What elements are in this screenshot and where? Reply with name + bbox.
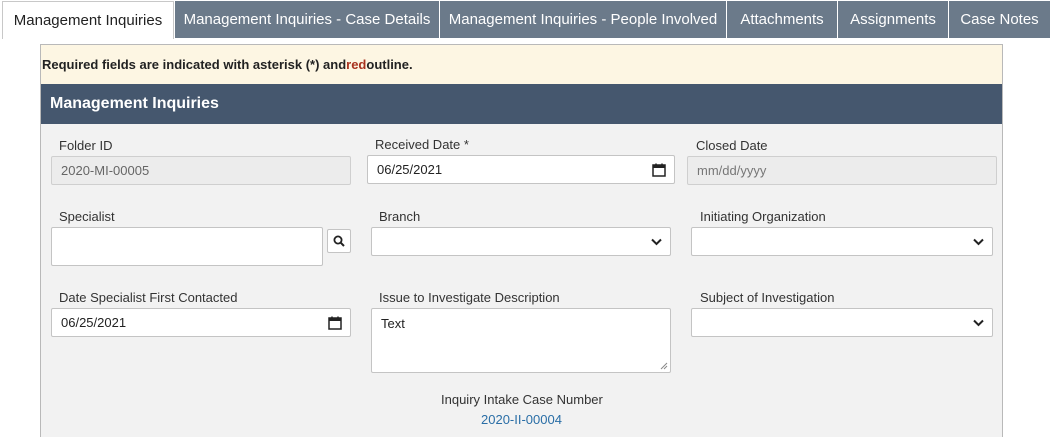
branch-label: Branch xyxy=(379,209,421,224)
intake-case-number-link[interactable]: 2020-II-00004 xyxy=(481,412,562,427)
notice-suffix: outline. xyxy=(366,57,413,72)
resize-handle-icon[interactable] xyxy=(660,362,668,370)
date-first-contacted-value: 06/25/2021 xyxy=(61,315,127,330)
chevron-down-icon xyxy=(973,238,984,245)
initiating-organization-select[interactable] xyxy=(691,227,993,256)
notice-red-word: red xyxy=(346,57,367,72)
tab-attachments[interactable]: Attachments xyxy=(727,1,837,38)
form-panel: Required fields are indicated with aster… xyxy=(40,44,1003,437)
search-icon xyxy=(333,235,345,247)
subject-of-investigation-label: Subject of Investigation xyxy=(700,290,835,305)
subject-of-investigation-select[interactable] xyxy=(691,308,993,337)
issue-description-label: Issue to Investigate Description xyxy=(379,290,560,305)
specialist-label: Specialist xyxy=(59,209,115,224)
branch-select[interactable] xyxy=(371,227,671,256)
calendar-icon[interactable] xyxy=(328,316,342,330)
folder-id-label: Folder ID xyxy=(59,138,113,153)
tab-case-notes[interactable]: Case Notes xyxy=(949,1,1050,38)
notice-prefix: Required fields are indicated with aster… xyxy=(42,57,347,72)
tab-people-involved[interactable]: Management Inquiries - People Involved xyxy=(440,1,726,38)
calendar-icon[interactable] xyxy=(652,163,666,177)
intake-case-number-label: Inquiry Intake Case Number xyxy=(441,392,603,407)
closed-date-field: mm/dd/yyyy xyxy=(687,156,997,185)
received-date-input[interactable]: 06/25/2021 xyxy=(367,155,675,184)
specialist-input[interactable] xyxy=(51,227,323,266)
closed-date-placeholder: mm/dd/yyyy xyxy=(697,163,767,178)
section-title: Management Inquiries xyxy=(41,84,1002,124)
issue-description-textarea[interactable]: Text xyxy=(371,308,671,373)
tab-assignments[interactable]: Assignments xyxy=(838,1,948,38)
closed-date-label: Closed Date xyxy=(696,138,768,153)
date-first-contacted-label: Date Specialist First Contacted xyxy=(59,290,238,305)
folder-id-field: 2020-MI-00005 xyxy=(51,156,351,185)
specialist-search-button[interactable] xyxy=(327,229,351,253)
required-fields-notice: Required fields are indicated with aster… xyxy=(41,45,1002,84)
date-first-contacted-input[interactable]: 06/25/2021 xyxy=(51,308,351,337)
received-date-label: Received Date * xyxy=(375,137,469,152)
chevron-down-icon xyxy=(973,319,984,326)
tab-case-details[interactable]: Management Inquiries - Case Details xyxy=(175,1,439,38)
issue-description-value: Text xyxy=(381,316,405,331)
tab-management-inquiries[interactable]: Management Inquiries xyxy=(2,1,174,39)
chevron-down-icon xyxy=(651,238,662,245)
initiating-organization-label: Initiating Organization xyxy=(700,209,826,224)
tab-bar: Management Inquiries Management Inquirie… xyxy=(0,0,1050,39)
folder-id-value: 2020-MI-00005 xyxy=(61,163,150,178)
received-date-value: 06/25/2021 xyxy=(377,162,443,177)
